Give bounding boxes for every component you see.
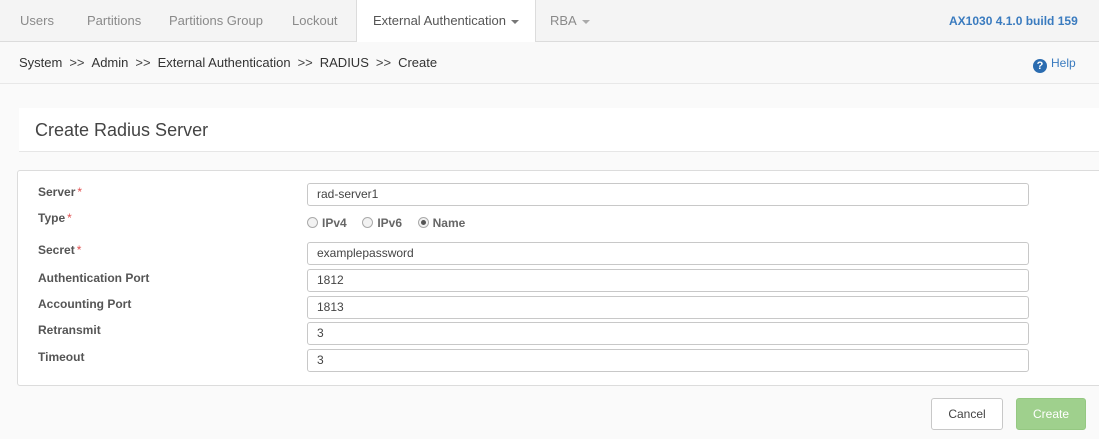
authentication-port-input[interactable]: 1812 <box>307 269 1029 292</box>
retransmit-input[interactable]: 3 <box>307 322 1029 345</box>
tab-external-authentication-label: External Authentication <box>373 13 506 28</box>
accounting-port-input[interactable]: 1813 <box>307 296 1029 319</box>
breadcrumb-item-create: Create <box>398 55 438 70</box>
tab-partitions[interactable]: Partitions <box>87 0 141 42</box>
radio-button[interactable] <box>362 217 374 228</box>
authentication-port-label: Authentication Port <box>38 271 150 285</box>
type-option-ipv4[interactable]: IPv4 <box>307 216 347 230</box>
chevron-down-icon <box>510 19 519 24</box>
type-label: Type * <box>38 211 72 225</box>
secret-label-text: Secret <box>38 243 75 257</box>
tab-partitions-group[interactable]: Partitions Group <box>169 0 263 42</box>
top-nav: Users Partitions Partitions Group Lockou… <box>0 0 1099 43</box>
create-button[interactable]: Create <box>1016 398 1086 430</box>
type-option-label: IPv6 <box>377 216 402 230</box>
server-label-text: Server <box>38 185 76 199</box>
question-circle-icon: ? <box>1033 59 1047 73</box>
secret-input[interactable]: examplepassword <box>307 242 1029 265</box>
tab-lockout[interactable]: Lockout <box>292 0 338 42</box>
breadcrumb: System >> Admin >> External Authentication >>… <box>19 42 437 84</box>
server-input[interactable]: rad-server1 <box>307 183 1029 206</box>
breadcrumb-item-radius[interactable]: RADIUS <box>320 55 369 70</box>
breadcrumb-separator: >> <box>69 55 85 70</box>
breadcrumb-separator: >> <box>297 55 313 70</box>
timeout-label: Timeout <box>38 350 85 364</box>
timeout-input[interactable]: 3 <box>307 349 1029 372</box>
radio-button[interactable] <box>307 217 318 228</box>
type-option-label: Name <box>432 216 466 230</box>
breadcrumb-separator: >> <box>375 55 392 70</box>
help-label: Help <box>1051 56 1076 70</box>
retransmit-label: Retransmit <box>38 323 101 337</box>
breadcrumb-item-admin[interactable]: Admin <box>92 55 129 70</box>
tab-users[interactable]: Users <box>20 0 54 42</box>
radius-form: Server * rad-server1 Type * IPv4 IPv6 Name… <box>17 170 1099 386</box>
tab-rba[interactable]: RBA <box>550 0 590 42</box>
page-title: Create Radius Server <box>35 120 209 140</box>
required-marker: * <box>67 211 72 225</box>
type-option-name[interactable]: Name <box>417 216 466 230</box>
chevron-down-icon <box>581 19 590 24</box>
type-option-ipv6[interactable]: IPv6 <box>362 216 402 230</box>
breadcrumb-separator: >> <box>135 55 151 70</box>
type-label-text: Type <box>38 211 66 225</box>
required-marker: * <box>76 243 82 257</box>
version-label: AX1030 4.1.0 build 159 <box>949 14 1078 28</box>
server-label: Server * <box>38 185 82 199</box>
breadcrumb-item-external-authentication[interactable]: External Authentication <box>158 55 291 70</box>
title-panel: Create Radius Server <box>19 108 1099 152</box>
tab-external-authentication[interactable]: External Authentication <box>356 0 536 43</box>
secret-label: Secret * <box>38 243 81 257</box>
required-marker: * <box>77 185 83 199</box>
tab-rba-label: RBA <box>550 13 577 28</box>
breadcrumb-item-system[interactable]: System <box>19 55 62 70</box>
help-link[interactable]: ? Help <box>1033 54 1076 73</box>
type-radio-group: IPv4 IPv6 Name <box>307 215 477 233</box>
type-option-label: IPv4 <box>322 216 347 230</box>
cancel-button[interactable]: Cancel <box>931 398 1003 430</box>
breadcrumb-bar: System >> Admin >> External Authentication >>… <box>0 42 1099 84</box>
accounting-port-label: Accounting Port <box>38 297 132 311</box>
radio-button-selected[interactable] <box>417 217 429 228</box>
